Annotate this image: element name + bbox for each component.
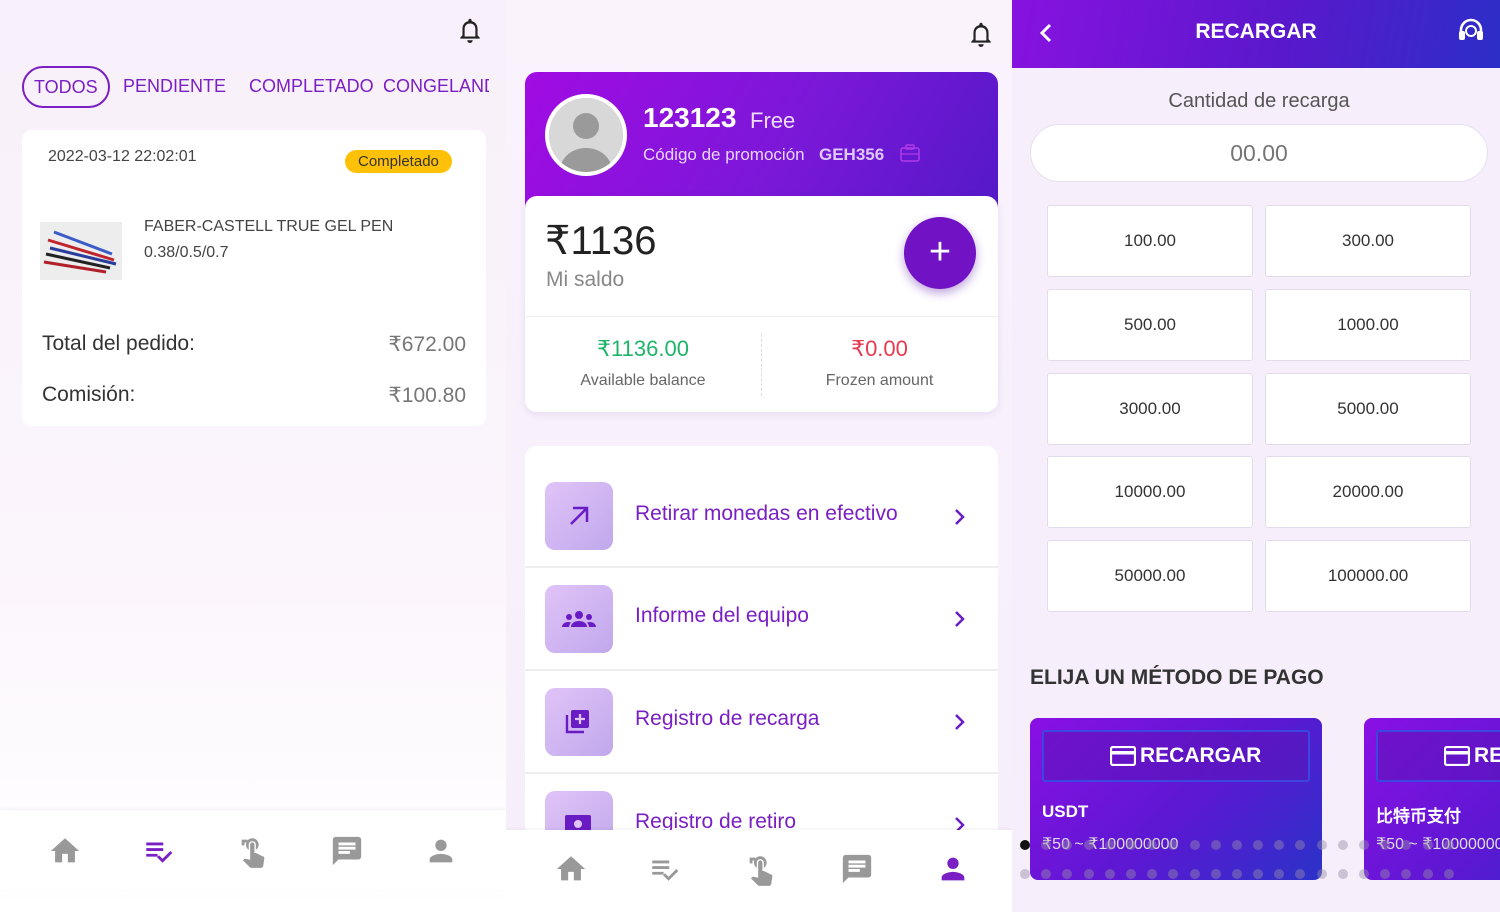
headset-icon[interactable] [1456,16,1486,46]
promo-code: GEH356 [819,145,885,164]
recharge-button[interactable]: RECARGAR [1376,730,1500,782]
arrow-up-right-icon [545,482,613,550]
amount-option[interactable]: 300.00 [1265,205,1471,277]
order-total-label: Total del pedido: [42,332,195,355]
orders-panel: TODOS PENDIENTE COMPLETADO CONGELANDO 20… [0,0,506,912]
add-box-icon [545,688,613,756]
order-total-row: Total del pedido: ₹672.00 [42,332,466,356]
amount-input[interactable] [1030,124,1488,182]
bottom-tabbar [0,810,506,890]
available-balance-label: Available balance [580,372,706,389]
balance-label: Mi saldo [546,268,625,291]
menu-item-withdraw[interactable]: Retirar monedas en efectivo [525,446,998,568]
home-icon[interactable] [554,852,588,886]
recharge-button-label: RECARGAR [1140,744,1262,767]
amount-label: Cantidad de recarga [1168,90,1350,112]
order-date: 2022-03-12 22:02:01 [48,148,197,165]
orders-icon[interactable] [648,852,682,886]
bell-icon[interactable] [968,20,994,48]
payment-method-card[interactable]: RECARGAR 比特币支付 ₹50 ~ ₹100000000 [1364,718,1500,880]
payment-method-card[interactable]: RECARGAR USDT ₹50 ~ ₹100000000 [1030,718,1322,880]
bottom-tabbar [506,830,1012,912]
tab-all[interactable]: TODOS [22,66,110,108]
order-total-value: ₹672.00 [388,333,466,356]
amount-option[interactable]: 100000.00 [1265,540,1471,612]
profile-icon[interactable] [936,852,970,886]
username: 123123 [643,102,737,133]
copy-icon[interactable] [899,143,921,163]
menu-item-label: Registro de recarga [635,707,820,730]
product-name: FABER-CASTELL TRUE GEL PEN 0.38/0.5/0.7 [144,214,393,266]
balance-card: ₹1136 Mi saldo + ₹1136.00 Available bala… [525,196,998,412]
recharge-button[interactable]: RECARGAR [1042,730,1310,782]
tab-completed[interactable]: COMPLETADO [249,66,374,108]
amount-option[interactable]: 5000.00 [1265,373,1471,445]
commission-row: Comisión: ₹100.80 [42,383,466,407]
bell-icon[interactable] [457,16,483,44]
amount-option[interactable]: 1000.00 [1265,289,1471,361]
menu-item-label: Informe del equipo [635,604,809,627]
amount-option[interactable]: 10000.00 [1047,456,1253,528]
amount-option[interactable]: 3000.00 [1047,373,1253,445]
chevron-right-icon [953,711,967,733]
menu-item-recharge-record[interactable]: Registro de recarga [525,671,998,774]
credit-card-icon [1110,746,1136,766]
product-name-line2: 0.38/0.5/0.7 [144,244,229,261]
available-balance-value: ₹1136.00 [597,336,689,361]
recharge-panel: RECARGAR Cantidad de recarga 100.00 300.… [1012,0,1500,912]
balance-amount: ₹1136 [545,219,657,263]
home-icon[interactable] [48,834,82,868]
recharge-header: RECARGAR [1012,0,1500,68]
messages-icon[interactable] [840,852,874,886]
recharge-button-label: RECARGAR [1474,744,1500,767]
chevron-right-icon [953,608,967,630]
orders-icon[interactable] [142,834,176,868]
grab-icon[interactable] [744,852,778,886]
amount-option[interactable]: 50000.00 [1047,540,1253,612]
grab-icon[interactable] [236,834,270,868]
commission-label: Comisión: [42,383,136,406]
add-funds-button[interactable]: + [904,217,976,289]
amount-option[interactable]: 20000.00 [1265,456,1471,528]
product-name-line1: FABER-CASTELL TRUE GEL PEN [144,218,394,235]
user-level: Free [750,108,796,133]
commission-value: ₹100.80 [388,384,466,407]
frozen-amount-value: ₹0.00 [851,336,908,361]
credit-card-icon [1444,746,1470,766]
payment-method-name: 比特币支付 [1376,807,1461,826]
avatar[interactable] [545,94,627,176]
payment-method-title: ELIJA UN MÉTODO DE PAGO [1030,666,1324,689]
menu-item-label: Retirar monedas en efectivo [635,502,898,525]
messages-icon[interactable] [330,834,364,868]
amount-option[interactable]: 100.00 [1047,205,1253,277]
promo-label: Código de promoción [643,145,805,164]
account-menu: Retirar monedas en efectivo Informe del … [525,446,998,866]
account-panel: 123123 Free Código de promoción GEH356 ₹… [506,0,1012,912]
profile-icon[interactable] [424,834,458,868]
carousel-indicator [1020,866,1500,879]
frozen-amount-label: Frozen amount [825,372,934,389]
status-badge: Completado [345,150,452,173]
carousel-indicator [1020,837,1500,850]
divider [525,316,998,317]
order-card[interactable]: 2022-03-12 22:02:01 Completado FABER-CAS… [22,130,486,426]
tab-frozen[interactable]: CONGELANDO [383,66,489,108]
team-icon [545,585,613,653]
order-tabs: TODOS PENDIENTE COMPLETADO CONGELANDO [22,66,492,108]
chevron-right-icon [953,506,967,528]
menu-item-team-report[interactable]: Informe del equipo [525,568,998,671]
payment-method-name: USDT [1042,802,1089,821]
amount-option[interactable]: 500.00 [1047,289,1253,361]
tab-pending[interactable]: PENDIENTE [123,66,226,108]
product-image [40,222,122,280]
page-title: RECARGAR [1195,20,1317,43]
